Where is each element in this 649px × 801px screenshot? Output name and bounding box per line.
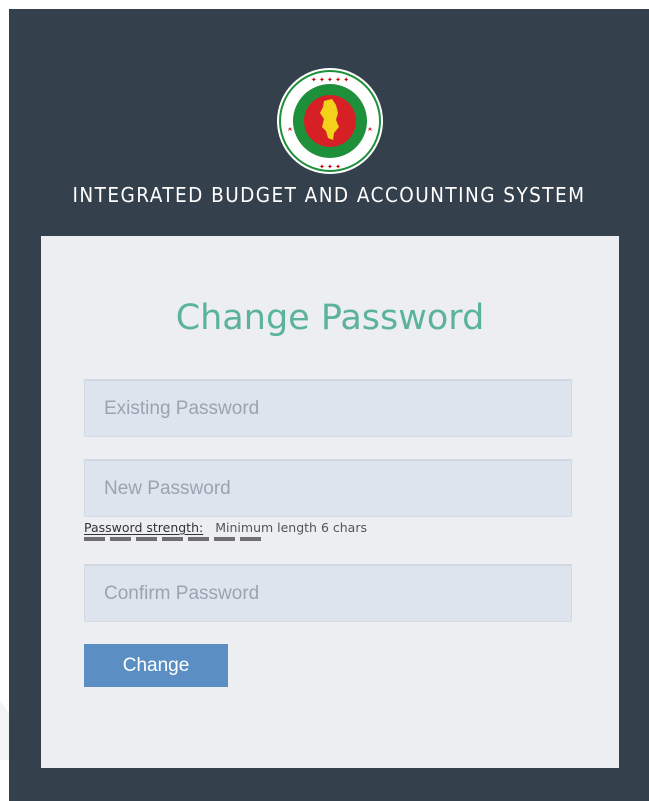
password-strength-text: Password strength: Minimum length 6 chars xyxy=(84,520,367,535)
strength-bar xyxy=(240,537,261,541)
strength-bar xyxy=(110,537,131,541)
system-title: INTEGRATED BUDGET AND ACCOUNTING SYSTEM xyxy=(72,183,586,207)
svg-text:✦ ✦ ✦: ✦ ✦ ✦ xyxy=(319,163,341,171)
government-emblem-logo: ✦ ✦ ✦ ✦ ✦ ✦ ✦ ✦ xyxy=(277,68,383,174)
page-title: Change Password xyxy=(175,298,485,338)
strength-bar xyxy=(214,537,235,541)
confirm-password-input[interactable] xyxy=(85,566,571,621)
password-strength-meter xyxy=(84,537,261,541)
existing-password-field xyxy=(84,379,572,437)
change-password-card: Change Password Password strength: Minimu… xyxy=(41,236,619,768)
change-button[interactable]: Change xyxy=(84,644,228,687)
strength-bar xyxy=(188,537,209,541)
confirm-password-field xyxy=(84,564,572,622)
password-strength-hint: Minimum length 6 chars xyxy=(215,520,367,535)
password-strength-label: Password strength: xyxy=(84,520,204,535)
strength-bar xyxy=(162,537,183,541)
svg-text:✦ ✦ ✦ ✦ ✦: ✦ ✦ ✦ ✦ ✦ xyxy=(311,76,349,84)
existing-password-input[interactable] xyxy=(85,381,571,436)
login-panel: ✦ ✦ ✦ ✦ ✦ ✦ ✦ ✦ INTEGRATED BUDGET AND AC… xyxy=(9,9,649,801)
strength-bar xyxy=(84,537,105,541)
new-password-field xyxy=(84,459,572,517)
strength-bar xyxy=(136,537,157,541)
new-password-input[interactable] xyxy=(85,461,571,516)
